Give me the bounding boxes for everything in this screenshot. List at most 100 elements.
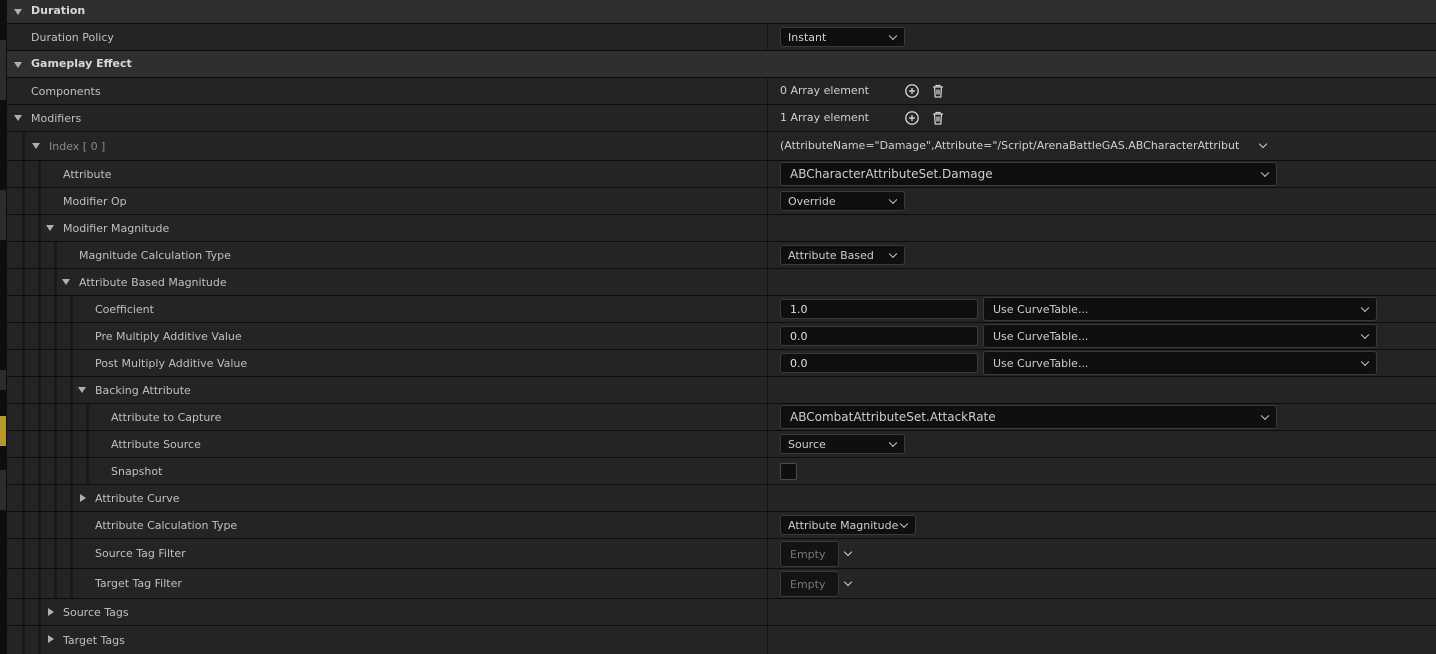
- property-label: Components: [31, 84, 101, 98]
- row-coefficient: Coefficient 1.0 Use CurveTable...: [7, 296, 1436, 323]
- property-label: Modifier Magnitude: [63, 221, 170, 235]
- pre-multiply-input[interactable]: 0.0: [780, 326, 978, 346]
- edge-mark: [0, 190, 6, 240]
- dropdown-value: Use CurveTable...: [993, 302, 1089, 316]
- row-source-tag-filter: Source Tag Filter Empty: [7, 539, 1436, 569]
- collapse-arrow-icon[interactable]: [14, 115, 22, 121]
- plus-circle-icon[interactable]: [904, 83, 920, 99]
- attribute-to-capture-dropdown[interactable]: ABCombatAttributeSet.AttackRate: [780, 405, 1277, 429]
- attribute-source-dropdown[interactable]: Source: [780, 434, 905, 454]
- row-modifier-magnitude: Modifier Magnitude: [7, 215, 1436, 242]
- struct-value-summary: (AttributeName="Damage",Attribute="/Scri…: [780, 139, 1240, 152]
- array-index-label: Index [ 0 ]: [49, 139, 106, 153]
- dropdown-value: Attribute Magnitude: [788, 518, 899, 532]
- property-label: Source Tag Filter: [95, 547, 186, 560]
- pre-multiply-curve-dropdown[interactable]: Use CurveTable...: [983, 324, 1377, 348]
- duration-policy-dropdown[interactable]: Instant: [780, 27, 905, 47]
- tag-filter-value: Empty: [790, 547, 826, 561]
- dropdown-value: Source: [788, 437, 826, 451]
- property-label: Target Tag Filter: [95, 577, 182, 590]
- tag-filter-value: Empty: [790, 577, 826, 591]
- left-edge-strip: [0, 0, 7, 654]
- attribute-calculation-type-dropdown[interactable]: Attribute Magnitude: [780, 515, 916, 535]
- property-label: Target Tags: [63, 633, 125, 647]
- chevron-down-icon[interactable]: [843, 547, 853, 557]
- row-backing-attribute: Backing Attribute: [7, 377, 1436, 404]
- dropdown-value: Override: [788, 194, 836, 208]
- edge-mark: [0, 416, 6, 446]
- post-multiply-curve-dropdown[interactable]: Use CurveTable...: [983, 351, 1377, 375]
- dropdown-value: Attribute Based: [788, 248, 874, 262]
- property-label: Post Multiply Additive Value: [95, 356, 248, 370]
- row-duration-policy: Duration Policy Instant: [7, 24, 1436, 51]
- dropdown-value: ABCombatAttributeSet.AttackRate: [790, 410, 996, 424]
- input-value: 1.0: [790, 302, 808, 316]
- property-label: Modifier Op: [63, 194, 127, 208]
- chevron-down-icon: [1360, 303, 1370, 313]
- snapshot-checkbox[interactable]: [780, 463, 797, 480]
- row-attribute: Attribute ABCharacterAttributeSet.Damage: [7, 161, 1436, 188]
- attribute-dropdown[interactable]: ABCharacterAttributeSet.Damage: [780, 162, 1277, 186]
- edge-mark: [0, 370, 6, 390]
- chevron-down-icon: [1360, 330, 1370, 340]
- dropdown-value: Use CurveTable...: [993, 356, 1089, 370]
- row-magnitude-calculation-type: Magnitude Calculation Type Attribute Bas…: [7, 242, 1436, 269]
- property-label: Pre Multiply Additive Value: [95, 329, 242, 343]
- collapse-arrow-icon[interactable]: [46, 225, 54, 231]
- row-modifiers: Modifiers 1 Array element: [7, 105, 1436, 132]
- property-label: Attribute Curve: [95, 491, 180, 505]
- property-label: Attribute Calculation Type: [95, 518, 238, 532]
- trash-icon[interactable]: [930, 83, 946, 99]
- collapse-arrow-icon[interactable]: [78, 387, 86, 393]
- chevron-down-icon[interactable]: [1258, 139, 1268, 149]
- property-label: Snapshot: [111, 464, 163, 478]
- property-label: Attribute: [63, 167, 112, 181]
- magnitude-calculation-type-dropdown[interactable]: Attribute Based: [780, 245, 905, 265]
- dropdown-value: ABCharacterAttributeSet.Damage: [790, 167, 993, 181]
- row-post-multiply-additive-value: Post Multiply Additive Value 0.0 Use Cur…: [7, 350, 1436, 377]
- post-multiply-input[interactable]: 0.0: [780, 353, 978, 373]
- row-attribute-curve: Attribute Curve: [7, 485, 1436, 512]
- category-label: Duration: [31, 4, 86, 17]
- plus-circle-icon[interactable]: [904, 110, 920, 126]
- chevron-down-icon: [1260, 411, 1270, 421]
- category-label: Gameplay Effect: [31, 57, 132, 70]
- input-value: 0.0: [790, 329, 808, 343]
- property-label: Attribute Source: [111, 437, 201, 451]
- row-attribute-calculation-type: Attribute Calculation Type Attribute Mag…: [7, 512, 1436, 539]
- collapse-arrow-icon[interactable]: [62, 279, 70, 285]
- chevron-down-icon: [1360, 357, 1370, 367]
- array-count: 0 Array element: [780, 84, 869, 97]
- coefficient-input[interactable]: 1.0: [780, 299, 978, 319]
- edge-mark: [0, 470, 6, 510]
- chevron-down-icon: [888, 438, 898, 448]
- array-count: 1 Array element: [780, 111, 869, 124]
- expand-arrow-icon[interactable]: [48, 635, 54, 643]
- edge-mark: [0, 40, 6, 100]
- property-label: Magnitude Calculation Type: [79, 248, 231, 262]
- collapse-arrow-icon[interactable]: [14, 62, 22, 68]
- chevron-down-icon: [899, 519, 909, 529]
- property-label: Coefficient: [95, 302, 154, 316]
- collapse-arrow-icon[interactable]: [32, 143, 40, 149]
- property-label: Source Tags: [63, 605, 129, 619]
- expand-arrow-icon[interactable]: [48, 608, 54, 616]
- modifier-op-dropdown[interactable]: Override: [780, 191, 905, 211]
- property-label: Backing Attribute: [95, 383, 191, 397]
- target-tag-filter-box[interactable]: Empty: [780, 571, 839, 597]
- chevron-down-icon[interactable]: [843, 577, 853, 587]
- row-target-tag-filter: Target Tag Filter Empty: [7, 569, 1436, 599]
- collapse-arrow-icon[interactable]: [14, 9, 22, 15]
- dropdown-value: Use CurveTable...: [993, 329, 1089, 343]
- chevron-down-icon: [1260, 168, 1270, 178]
- property-label: Modifiers: [31, 111, 82, 125]
- category-duration[interactable]: Duration: [7, 0, 1436, 24]
- chevron-down-icon: [888, 31, 898, 41]
- expand-arrow-icon[interactable]: [80, 494, 86, 502]
- trash-icon[interactable]: [930, 110, 946, 126]
- dropdown-value: Instant: [788, 30, 827, 44]
- row-target-tags: Target Tags: [7, 626, 1436, 654]
- coefficient-curve-dropdown[interactable]: Use CurveTable...: [983, 297, 1377, 321]
- category-gameplay-effect[interactable]: Gameplay Effect: [7, 51, 1436, 78]
- source-tag-filter-box[interactable]: Empty: [780, 541, 839, 567]
